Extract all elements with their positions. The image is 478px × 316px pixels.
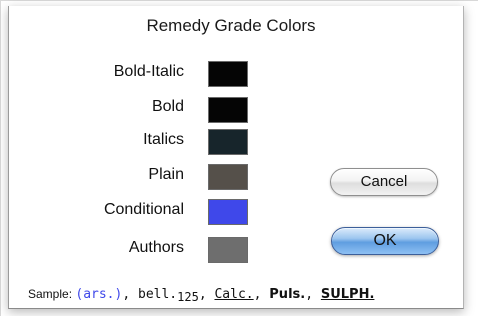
sample-preview: Sample: (ars.), bell.125, Calc., Puls., … (28, 287, 374, 304)
sample-italic: Calc. (214, 287, 254, 302)
sample-plain: bell. (138, 287, 178, 302)
color-swatch-plain[interactable] (208, 164, 248, 190)
grade-label-bold: Bold (151, 98, 184, 115)
grade-label-authors: Authors (128, 239, 184, 256)
sample-bold: Puls. (269, 287, 306, 302)
grade-label-conditional: Conditional (103, 201, 184, 218)
color-swatch-authors[interactable] (208, 237, 248, 263)
background-divider (0, 0, 478, 1)
grade-label-plain: Plain (148, 166, 184, 183)
cancel-button[interactable]: Cancel (330, 168, 438, 196)
color-swatch-conditional[interactable] (208, 199, 248, 225)
grade-label-bold-italic: Bold-Italic (113, 63, 184, 80)
sample-conditional: (ars.) (75, 287, 123, 302)
color-swatch-bold[interactable] (208, 97, 248, 123)
color-swatch-italics[interactable] (208, 129, 248, 155)
color-swatch-bold-italic[interactable] (208, 61, 248, 87)
sample-label: Sample: (28, 287, 73, 301)
sample-separator: , (253, 287, 270, 302)
sample-separator: , (198, 287, 215, 302)
sample-separator: , (305, 287, 321, 302)
sample-author-number: 125 (177, 290, 199, 304)
sample-bold-italic: SULPH. (320, 287, 375, 302)
dialog-title: Remedy Grade Colors (146, 16, 316, 35)
remedy-grade-colors-dialog (8, 6, 464, 309)
grade-label-italics: Italics (143, 131, 184, 148)
ok-button[interactable]: OK (331, 227, 439, 255)
sample-separator: , (122, 287, 138, 302)
background-divider (0, 0, 1, 316)
